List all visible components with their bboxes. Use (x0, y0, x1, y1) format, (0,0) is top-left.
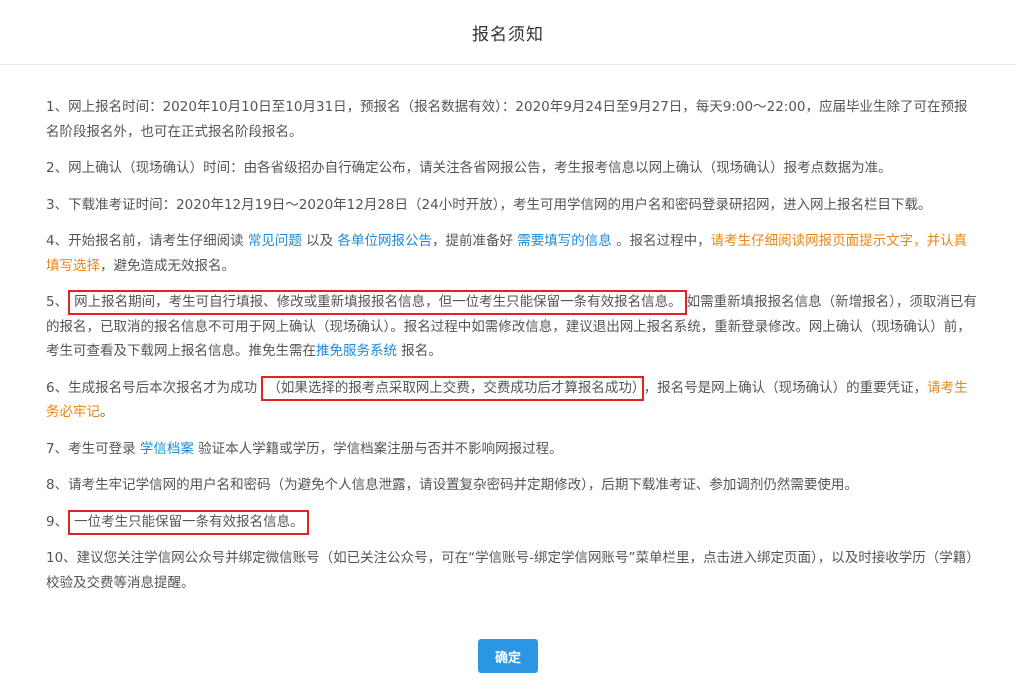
dialog-title: 报名须知 (472, 24, 544, 45)
unit-announcement-link[interactable]: 各单位网报公告 (337, 233, 432, 249)
highlight-box: （如果选择的报考点采取网上交费，交费成功后才算报名成功） (261, 375, 644, 401)
faq-link[interactable]: 常见问题 (248, 233, 302, 249)
notice-text: 报名。 (397, 343, 442, 359)
notice-text: 4、开始报名前，请考生仔细阅读 (46, 233, 248, 249)
notice-text: ，避免造成无效报名。 (100, 257, 235, 274)
registration-notice-dialog: 报名须知 1、网上报名时间：2020年10月10日至10月31日，预报名（报名数… (0, 0, 1016, 693)
notice-item-2: 2、网上确认（现场确认）时间：由各省级招办自行确定公布，请关注各省网报公告，考生… (46, 160, 892, 176)
notice-text: 7、考生可登录 (46, 440, 140, 457)
notice-text: 9、 (46, 513, 69, 530)
notice-item-9: 9、 一位考生只能保留一条有效报名信息。 (46, 509, 980, 535)
dialog-footer: 确定 (0, 639, 1016, 673)
notice-item-5: 5、 网上报名期间，考生可自行填报、修改或重新填报报名信息，但一位考生只能保留一条… (46, 290, 980, 364)
notice-item-6: 6、生成报名号后本次报名才为成功 （如果选择的报考点采取网上交费，交费成功后才算… (46, 375, 980, 425)
highlight-box: 网上报名期间，考生可自行填报、修改或重新填报报名信息，但一位考生只能保留一条有效… (68, 290, 687, 315)
notice-list: 1、网上报名时间：2020年10月10日至10月31日，预报名（报名数据有效）：… (0, 65, 1016, 595)
notice-text: ，报名号是网上确认（现场确认）的重要凭证， (643, 379, 928, 396)
notice-text: 6、生成报名号后本次报名才为成功 (46, 379, 262, 396)
notice-text: 验证本人学籍或学历，学信档案注册与否并不影响网报过程。 (193, 440, 563, 457)
notice-item-7: 7、考生可登录 学信档案 验证本人学籍或学历，学信档案注册与否并不影响网报过程。 (46, 437, 980, 462)
dialog-header: 报名须知 (0, 0, 1016, 65)
notice-text: 。 (100, 404, 114, 420)
notice-text: 以及 (301, 233, 338, 249)
required-info-link[interactable]: 需要填写的信息 (517, 233, 612, 249)
highlight-box: 一位考生只能保留一条有效报名信息。 (68, 509, 309, 535)
notice-text: 5、 (46, 294, 69, 310)
notice-item-3: 3、下载准考证时间：2020年12月19日～2020年12月28日（24小时开放… (46, 196, 932, 213)
notice-text: 。报名过程中， (611, 233, 711, 249)
notice-text: ，提前准备好 (431, 233, 518, 249)
notice-item-10: 10、建议您关注学信网公众号并绑定微信账号（如已关注公众号，可在“学信账号-绑定… (46, 550, 980, 591)
confirm-button[interactable]: 确定 (478, 639, 538, 673)
chsi-archive-link[interactable]: 学信档案 (140, 441, 194, 457)
recommendation-service-link[interactable]: 推免服务系统 (316, 343, 397, 359)
notice-item-1: 1、网上报名时间：2020年10月10日至10月31日，预报名（报名数据有效）：… (46, 99, 968, 140)
notice-item-4: 4、开始报名前，请考生仔细阅读 常见问题 以及 各单位网报公告，提前准备好 需要… (46, 229, 980, 278)
notice-item-8: 8、请考生牢记学信网的用户名和密码（为避免个人信息泄露，请设置复杂密码并定期修改… (46, 477, 858, 493)
